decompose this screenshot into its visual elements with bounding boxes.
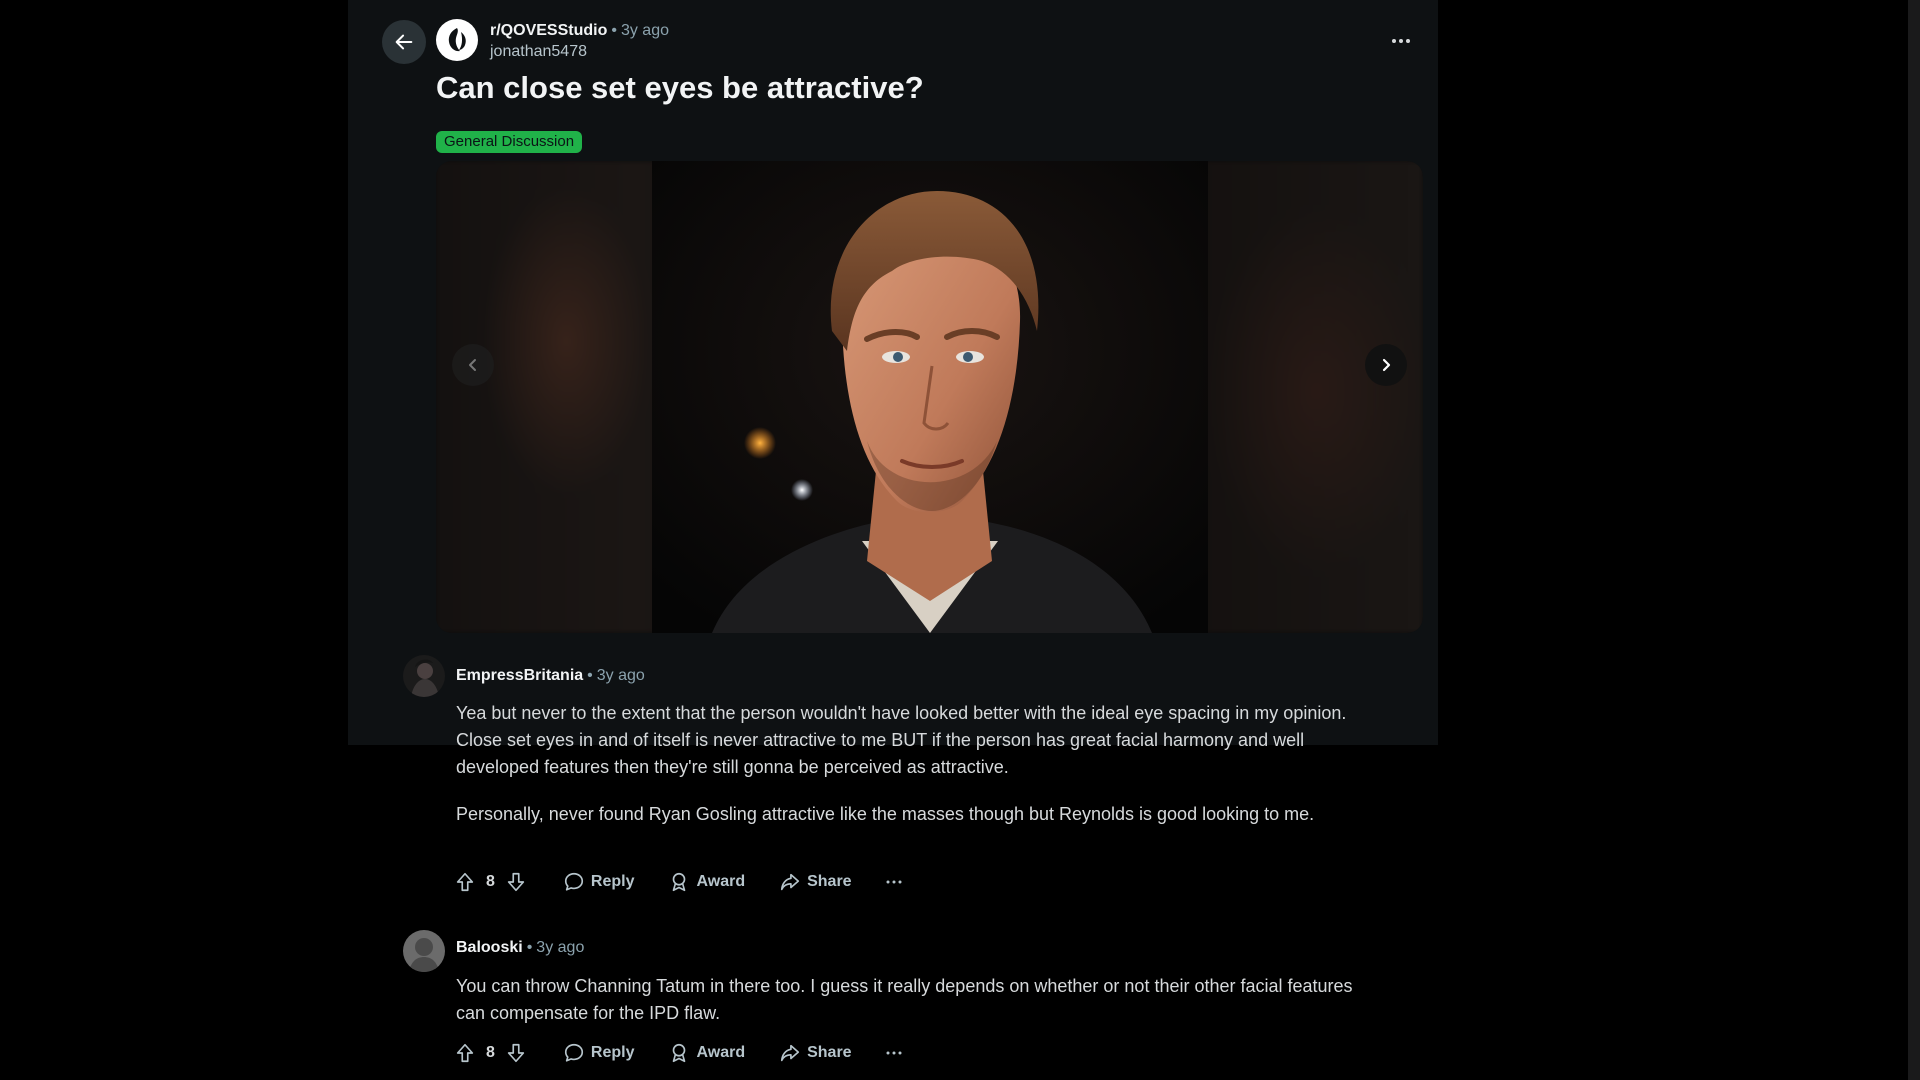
upvote-button[interactable]	[454, 871, 476, 893]
comment-header: EmpressBritania • 3y ago	[456, 665, 645, 687]
meta-separator: •	[611, 22, 617, 39]
arrow-down-icon	[507, 872, 525, 892]
comment-actions: 8 Reply Award Share	[454, 868, 902, 896]
user-avatar-icon	[403, 930, 445, 972]
page: r/QOVESStudio • 3y ago jonathan5478 Can cl…	[0, 0, 1920, 1080]
arrow-up-icon	[456, 1043, 474, 1063]
award-button[interactable]: Award	[668, 1042, 745, 1064]
ellipsis-icon	[886, 1051, 902, 1055]
arrow-up-icon	[456, 872, 474, 892]
arrow-down-icon	[507, 1043, 525, 1063]
meta-separator: •	[526, 939, 533, 956]
back-button[interactable]	[382, 20, 426, 64]
meta-separator: •	[587, 667, 593, 684]
chevron-left-icon	[469, 359, 476, 371]
subreddit-logo-icon	[448, 28, 466, 52]
downvote-button[interactable]	[505, 1042, 527, 1064]
reply-label: Reply	[590, 873, 635, 890]
comment-time: 3y ago	[536, 939, 585, 956]
subreddit-avatar[interactable]	[436, 19, 478, 61]
comment-avatar[interactable]	[403, 930, 445, 972]
speech-bubble-icon	[564, 1043, 583, 1062]
share-arrow-icon	[781, 873, 800, 891]
award-icon	[673, 872, 686, 892]
more-horizontal-icon	[1392, 39, 1410, 43]
comment-body: You can throw Channing Tatum in there to…	[456, 973, 1386, 1027]
comment-header: Balooski • 3y ago	[456, 937, 584, 959]
gallery-image[interactable]	[652, 161, 1208, 633]
vote-count: 8	[486, 873, 495, 890]
comment-actions: 8 Reply Award Share	[454, 1039, 902, 1067]
post-more-button[interactable]	[1386, 26, 1416, 56]
gallery-prev-button[interactable]	[452, 344, 494, 386]
share-label: Share	[807, 873, 852, 890]
reply-label: Reply	[590, 1044, 635, 1061]
reply-button[interactable]: Reply	[563, 1042, 635, 1064]
post-flair[interactable]: General Discussion	[436, 131, 583, 153]
portrait-photo	[652, 161, 1208, 633]
upvote-button[interactable]	[454, 1042, 476, 1064]
post-author[interactable]: jonathan5478	[490, 41, 669, 62]
chevron-right-icon	[1382, 358, 1391, 372]
comment-more-button[interactable]	[886, 1050, 902, 1056]
share-arrow-icon	[781, 1044, 800, 1062]
comment-paragraph: Yea but never to the extent that the per…	[456, 703, 1347, 777]
user-avatar-icon	[403, 655, 445, 697]
subreddit-name[interactable]: r/QOVESStudio	[490, 22, 607, 39]
award-label: Award	[696, 1044, 746, 1061]
award-label: Award	[696, 873, 746, 890]
comment-more-button[interactable]	[886, 879, 902, 885]
vote-count: 8	[486, 1044, 495, 1061]
post-title: Can close set eyes be attractive?	[436, 70, 924, 105]
comment-author[interactable]: EmpressBritania	[456, 667, 583, 684]
downvote-button[interactable]	[505, 871, 527, 893]
post-meta: r/QOVESStudio • 3y ago jonathan5478	[490, 20, 669, 62]
gallery-next-button[interactable]	[1365, 344, 1407, 386]
image-gallery[interactable]	[436, 161, 1423, 633]
share-button[interactable]: Share	[779, 871, 852, 893]
comment-author[interactable]: Balooski	[456, 939, 523, 956]
post-time: 3y ago	[620, 22, 669, 39]
arrow-left-icon	[395, 34, 413, 50]
ellipsis-icon	[886, 880, 902, 884]
comment-time: 3y ago	[596, 667, 645, 684]
speech-bubble-icon	[564, 872, 583, 891]
share-label: Share	[807, 1044, 852, 1061]
comment-avatar[interactable]	[403, 655, 445, 697]
reply-button[interactable]: Reply	[563, 871, 635, 893]
window-edge	[1908, 0, 1920, 1080]
comment-body: Yea but never to the extent that the per…	[456, 700, 1386, 828]
comment-paragraph: Personally, never found Ryan Gosling att…	[456, 804, 1315, 824]
share-button[interactable]: Share	[779, 1042, 852, 1064]
award-icon	[673, 1043, 686, 1063]
comment-paragraph: You can throw Channing Tatum in there to…	[456, 976, 1353, 1023]
award-button[interactable]: Award	[668, 871, 745, 893]
